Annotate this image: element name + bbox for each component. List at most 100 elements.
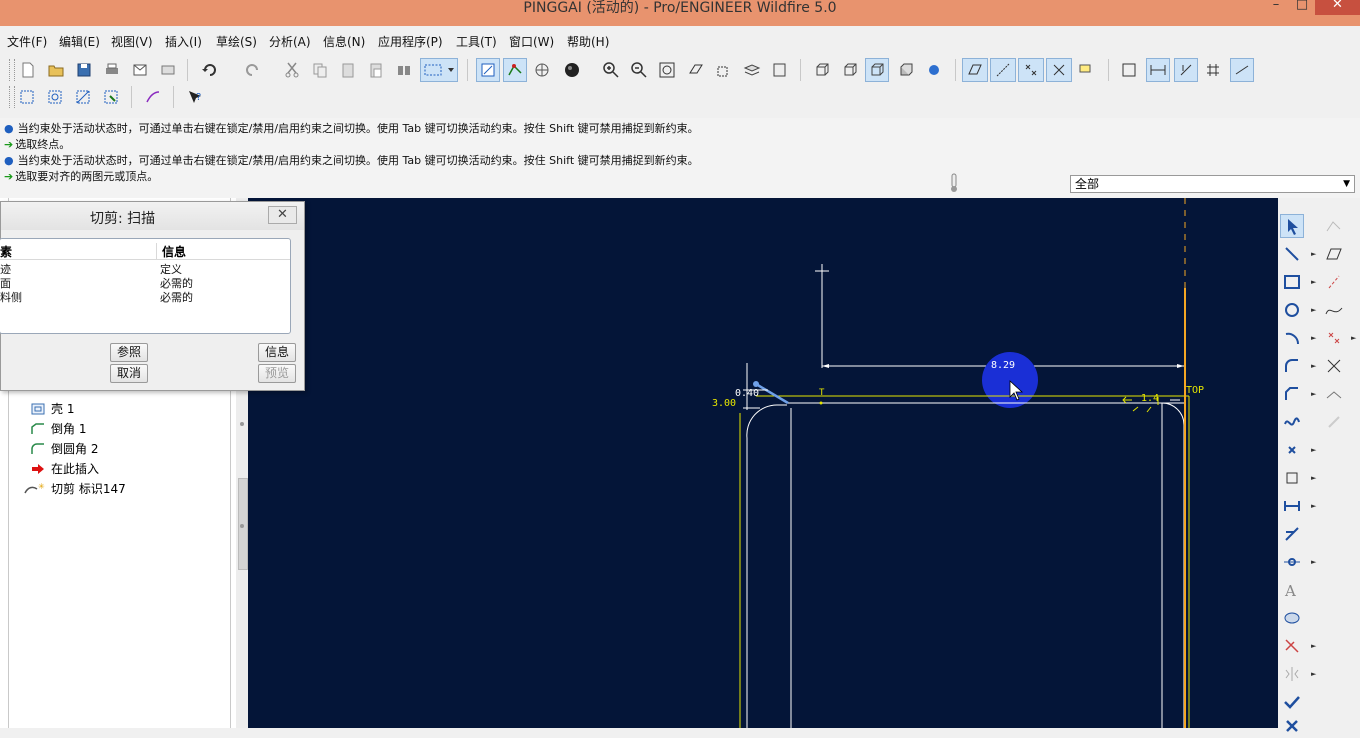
modify-icon[interactable]	[1280, 522, 1304, 546]
dialog-close-button[interactable]: ✕	[268, 206, 297, 224]
menu-insert[interactable]: 插入(I)	[165, 33, 202, 50]
tree-item-active-feature[interactable]: ✳ 切剪 标识147	[22, 480, 126, 497]
display-datum-axes-icon[interactable]	[990, 58, 1016, 82]
menu-sketch[interactable]: 草绘(S)	[216, 33, 257, 50]
spline-icon[interactable]	[1322, 298, 1346, 322]
rectangle-icon[interactable]	[1280, 270, 1304, 294]
minimize-button[interactable]: –	[1263, 0, 1289, 15]
centerline-icon[interactable]	[1322, 270, 1346, 294]
context-help-icon[interactable]: ?	[184, 86, 206, 108]
zoom-in-icon[interactable]	[600, 59, 622, 81]
undo-icon[interactable]	[199, 59, 221, 81]
spline-tool-icon[interactable]	[1280, 410, 1304, 434]
sketch-drawing[interactable]	[248, 198, 1278, 728]
mail-link-icon[interactable]	[157, 59, 179, 81]
menu-window[interactable]: 窗口(W)	[509, 33, 554, 50]
paste-icon[interactable]	[337, 59, 359, 81]
palette-inactive-icon-2[interactable]	[1322, 410, 1346, 434]
dimension-left[interactable]: 3.00	[712, 398, 736, 409]
mirror-icon[interactable]	[1280, 662, 1304, 686]
select-arrow-icon[interactable]	[1280, 214, 1304, 238]
display-datum-points-icon[interactable]	[1018, 58, 1044, 82]
save-icon[interactable]	[73, 59, 95, 81]
palette-shape-icon[interactable]	[1280, 606, 1304, 630]
print-icon[interactable]	[101, 59, 123, 81]
shading-sphere-icon[interactable]	[561, 59, 583, 81]
regenerate-icon[interactable]	[393, 59, 415, 81]
annotation-display-icon[interactable]	[1075, 59, 1097, 81]
selection-box-icon[interactable]	[420, 58, 458, 82]
no-hidden-icon[interactable]	[865, 58, 889, 82]
done-checkmark-icon[interactable]	[1280, 690, 1304, 714]
line-icon[interactable]	[1280, 242, 1304, 266]
fillet-icon[interactable]	[1280, 354, 1304, 378]
dimension-right[interactable]: 1.4	[1141, 393, 1159, 404]
display-dimensions-icon[interactable]	[1146, 58, 1170, 82]
tree-item[interactable]: 壳 1	[30, 400, 74, 417]
quit-x-icon[interactable]	[1280, 714, 1304, 738]
dialog-title-bar[interactable]: 切剪: 扫描 ✕	[1, 202, 304, 230]
new-file-icon[interactable]	[17, 59, 39, 81]
display-constraints-icon[interactable]	[1174, 58, 1198, 82]
toolbar-grip[interactable]	[9, 59, 15, 81]
zoom-out-icon[interactable]	[628, 59, 650, 81]
display-vertices-icon[interactable]	[1230, 58, 1254, 82]
display-csys-icon[interactable]	[1046, 58, 1072, 82]
paste-special-icon[interactable]	[365, 59, 387, 81]
trim-icon[interactable]	[1322, 354, 1346, 378]
graphics-window[interactable]: 8.29 0.40 3.00 1.4 TOP T	[248, 198, 1278, 728]
menu-file[interactable]: 文件(F)	[7, 33, 47, 50]
refit-icon[interactable]	[656, 59, 678, 81]
cancel-button[interactable]: 取消	[110, 364, 148, 383]
menu-view[interactable]: 视图(V)	[111, 33, 153, 50]
display-grid-icon[interactable]	[1202, 59, 1224, 81]
chamfer-tool-icon[interactable]	[1280, 382, 1304, 406]
datum-plane-icon[interactable]	[685, 59, 707, 81]
layers-icon[interactable]	[741, 59, 763, 81]
menu-help[interactable]: 帮助(H)	[567, 33, 609, 50]
menu-edit[interactable]: 编辑(E)	[59, 33, 100, 50]
text-tool-icon[interactable]: A	[1280, 578, 1304, 602]
open-folder-icon[interactable]	[45, 59, 67, 81]
dimension-width[interactable]: 8.29	[991, 360, 1015, 371]
arc-icon[interactable]	[1280, 326, 1304, 350]
sketch-setup-icon[interactable]	[1118, 59, 1140, 81]
info-button[interactable]: 信息	[258, 343, 296, 362]
sketcher-tool-icon[interactable]	[142, 86, 164, 108]
select-feature-icon[interactable]	[16, 86, 38, 108]
toolbar-grip-2[interactable]	[9, 86, 15, 108]
display-datum-planes-icon[interactable]	[962, 58, 988, 82]
datum-axis-icon[interactable]	[713, 59, 735, 81]
enhanced-realism-icon[interactable]	[923, 59, 945, 81]
tree-item[interactable]: 倒圆角 2	[30, 440, 98, 457]
point-icon[interactable]	[1322, 326, 1346, 350]
tree-item[interactable]: 倒角 1	[30, 420, 86, 437]
point-tool-icon[interactable]	[1280, 438, 1304, 462]
constraint-icon[interactable]	[1280, 550, 1304, 574]
select-geometry-icon[interactable]	[44, 86, 66, 108]
palette-inactive-icon[interactable]	[1322, 214, 1346, 238]
references-button[interactable]: 参照	[110, 343, 148, 362]
menu-applications[interactable]: 应用程序(P)	[378, 33, 443, 50]
menu-analysis[interactable]: 分析(A)	[269, 33, 311, 50]
redo-icon[interactable]	[241, 59, 263, 81]
circle-icon[interactable]	[1280, 298, 1304, 322]
dimension-tool-icon[interactable]	[1280, 494, 1304, 518]
wireframe-icon[interactable]	[811, 59, 833, 81]
parallelogram-icon[interactable]	[1322, 242, 1346, 266]
orientation-icon[interactable]	[531, 59, 553, 81]
menu-tools[interactable]: 工具(T)	[456, 33, 497, 50]
trim-tool-icon[interactable]	[1280, 634, 1304, 658]
dimension-small[interactable]: 0.40	[735, 388, 759, 399]
cut-icon[interactable]	[281, 59, 303, 81]
tree-item-insert-here[interactable]: 在此插入	[30, 460, 99, 477]
copy-icon[interactable]	[309, 59, 331, 81]
offset-icon[interactable]	[1280, 466, 1304, 490]
menu-info[interactable]: 信息(N)	[323, 33, 365, 50]
palette-layer-icon[interactable]	[1322, 382, 1346, 406]
view-manager-icon[interactable]	[769, 59, 791, 81]
restore-button[interactable]: □	[1289, 0, 1315, 15]
shaded-icon[interactable]	[895, 59, 917, 81]
select-datum-icon[interactable]	[72, 86, 94, 108]
selection-filter[interactable]: 全部 ▼	[1070, 175, 1355, 193]
